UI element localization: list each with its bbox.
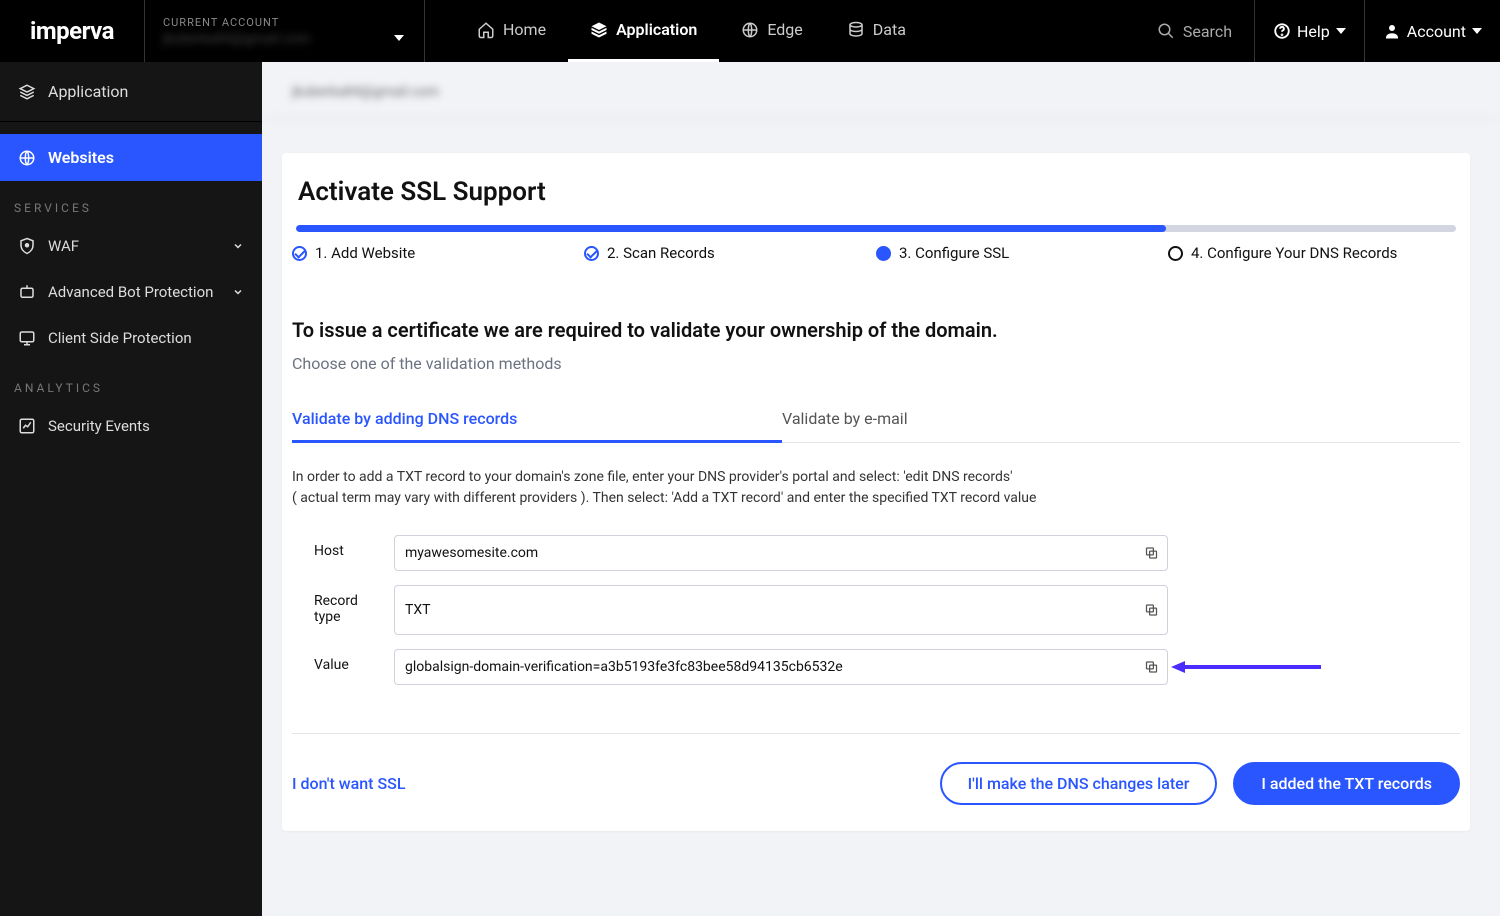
nav-data[interactable]: Data xyxy=(825,0,928,62)
host-row: Host myawesomesite.com xyxy=(292,535,1460,571)
check-icon xyxy=(584,246,599,261)
section-heading: To issue a certificate we are required t… xyxy=(292,318,1460,342)
validation-tabs: Validate by adding DNS records Validate … xyxy=(292,397,1460,443)
nav-home-label: Home xyxy=(503,20,546,39)
footer-actions: I don't want SSL I'll make the DNS chang… xyxy=(292,762,1460,805)
record-type-value: TXT xyxy=(405,602,430,618)
record-type-input[interactable]: TXT xyxy=(394,585,1168,635)
tab-dns[interactable]: Validate by adding DNS records xyxy=(292,397,782,443)
nav-search-label: Search xyxy=(1183,22,1232,41)
nav-right: Search Help Account xyxy=(1135,0,1500,62)
monitor-icon xyxy=(18,329,36,347)
value-value: globalsign-domain-verification=a3b5193fe… xyxy=(405,659,843,675)
section-subheading: Choose one of the validation methods xyxy=(292,354,1460,373)
added-records-button[interactable]: I added the TXT records xyxy=(1233,762,1460,805)
search-icon xyxy=(1157,22,1175,40)
nav-application-label: Application xyxy=(616,20,697,39)
host-label: Host xyxy=(314,535,370,559)
layers-icon xyxy=(18,83,36,101)
nav-help-label: Help xyxy=(1297,22,1330,41)
annotation-arrow xyxy=(1171,657,1321,677)
chart-icon xyxy=(18,417,36,435)
home-icon xyxy=(477,21,495,39)
copy-icon[interactable] xyxy=(1144,546,1159,561)
sidebar: Application Websites SERVICES WAF Advanc… xyxy=(0,62,262,916)
value-row: Value globalsign-domain-verification=a3b… xyxy=(292,649,1460,685)
breadcrumb: jkuberka84@gmail.com xyxy=(262,62,1500,119)
sidebar-header-label: Application xyxy=(48,82,128,101)
host-input[interactable]: myawesomesite.com xyxy=(394,535,1168,571)
nav-edge-label: Edge xyxy=(767,20,802,39)
top-nav: imperva CURRENT ACCOUNT jkuberka84@gmail… xyxy=(0,0,1500,62)
nav-help[interactable]: Help xyxy=(1254,0,1364,62)
copy-icon[interactable] xyxy=(1144,603,1159,618)
step-4: 4. Configure Your DNS Records xyxy=(1168,244,1460,262)
sidebar-item-label: Advanced Bot Protection xyxy=(48,283,213,301)
check-icon xyxy=(292,246,307,261)
sidebar-section-analytics: ANALYTICS xyxy=(0,361,262,403)
nav-search[interactable]: Search xyxy=(1135,22,1254,41)
shield-icon xyxy=(18,237,36,255)
divider xyxy=(292,733,1460,734)
chevron-down-icon xyxy=(1472,28,1482,34)
cancel-ssl-link[interactable]: I don't want SSL xyxy=(292,774,405,793)
chevron-down-icon xyxy=(232,240,244,252)
copy-icon[interactable] xyxy=(1144,660,1159,675)
step-current-icon xyxy=(876,246,891,261)
sidebar-item-label: Websites xyxy=(48,148,114,167)
ssl-wizard-card: Activate SSL Support 1. Add Website 2. S… xyxy=(282,153,1470,831)
step-2: 2. Scan Records xyxy=(584,244,876,262)
sidebar-item-csp[interactable]: Client Side Protection xyxy=(0,315,262,361)
chevron-down-icon xyxy=(394,26,404,45)
value-input[interactable]: globalsign-domain-verification=a3b5193fe… xyxy=(394,649,1168,685)
account-selector[interactable]: CURRENT ACCOUNT jkuberka84@gmail.com xyxy=(145,0,425,62)
record-type-label: Record type xyxy=(314,585,370,625)
record-type-row: Record type TXT xyxy=(292,585,1460,635)
sidebar-item-waf[interactable]: WAF xyxy=(0,223,262,269)
progress-bar xyxy=(296,225,1456,232)
account-selector-value: jkuberka84@gmail.com xyxy=(163,31,400,47)
nav-data-label: Data xyxy=(873,20,906,39)
value-label: Value xyxy=(314,649,370,673)
sidebar-header[interactable]: Application xyxy=(0,62,262,122)
wizard-steps: 1. Add Website 2. Scan Records 3. Config… xyxy=(292,244,1460,262)
chevron-down-icon xyxy=(232,286,244,298)
tab-description: In order to add a TXT record to your dom… xyxy=(292,467,1460,509)
sidebar-section-services: SERVICES xyxy=(0,181,262,223)
sidebar-item-abp[interactable]: Advanced Bot Protection xyxy=(0,269,262,315)
page-title: Activate SSL Support xyxy=(298,177,1460,207)
tab-email[interactable]: Validate by e-mail xyxy=(782,397,1272,442)
account-selector-label: CURRENT ACCOUNT xyxy=(163,16,400,29)
help-icon xyxy=(1273,22,1291,40)
globe-icon xyxy=(18,149,36,167)
main-content: jkuberka84@gmail.com Activate SSL Suppor… xyxy=(262,62,1500,916)
bot-icon xyxy=(18,283,36,301)
user-icon xyxy=(1383,22,1401,40)
step-3: 3. Configure SSL xyxy=(876,244,1168,262)
database-icon xyxy=(847,21,865,39)
nav-center: Home Application Edge Data xyxy=(455,0,928,62)
step-pending-icon xyxy=(1168,246,1183,261)
chevron-down-icon xyxy=(1336,28,1346,34)
layers-icon xyxy=(590,21,608,39)
globe-icon xyxy=(741,21,759,39)
sidebar-item-label: WAF xyxy=(48,237,79,255)
sidebar-item-security-events[interactable]: Security Events xyxy=(0,403,262,449)
nav-application[interactable]: Application xyxy=(568,0,719,62)
nav-account[interactable]: Account xyxy=(1364,0,1500,62)
nav-edge[interactable]: Edge xyxy=(719,0,824,62)
later-button[interactable]: I'll make the DNS changes later xyxy=(940,762,1218,805)
sidebar-item-websites[interactable]: Websites xyxy=(0,134,262,181)
nav-home[interactable]: Home xyxy=(455,0,568,62)
sidebar-item-label: Client Side Protection xyxy=(48,329,192,347)
sidebar-item-label: Security Events xyxy=(48,417,150,435)
host-value: myawesomesite.com xyxy=(405,545,538,561)
brand-logo: imperva xyxy=(0,0,145,62)
step-1: 1. Add Website xyxy=(292,244,584,262)
nav-account-label: Account xyxy=(1407,22,1466,41)
